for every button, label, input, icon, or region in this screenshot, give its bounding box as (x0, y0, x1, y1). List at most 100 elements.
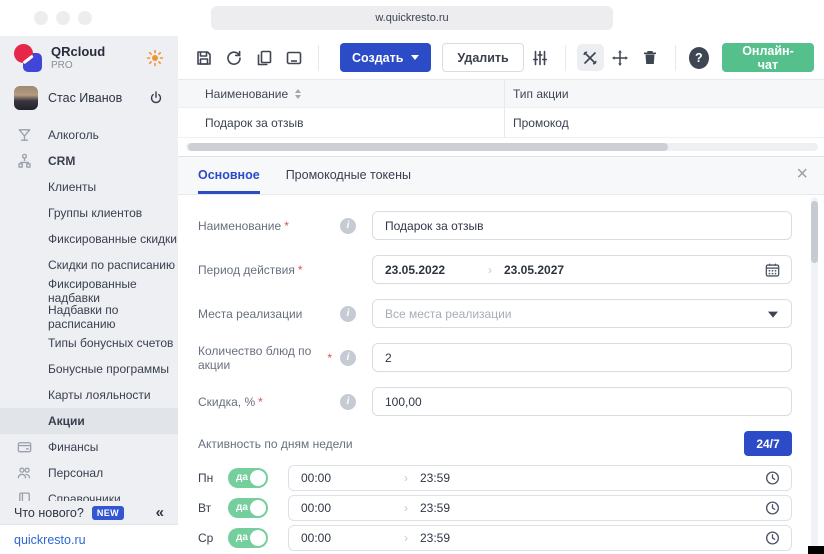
time-range-input[interactable]: 00:00 › 23:59 (288, 465, 792, 491)
screen-artifact (808, 546, 824, 554)
time-to[interactable]: 23:59 (420, 471, 450, 485)
help-glyph: ? (695, 50, 703, 65)
vscroll-thumb[interactable] (811, 201, 818, 263)
info-icon[interactable]: i (340, 217, 356, 234)
time-from[interactable]: 00:00 (301, 531, 404, 545)
sidebar-item-loyalty-cards[interactable]: Карты лояльности (0, 382, 178, 408)
logout-power-icon[interactable] (148, 90, 164, 106)
info-icon[interactable]: i (340, 305, 356, 322)
column-header-type[interactable]: Тип акции (505, 80, 824, 107)
all-day-button[interactable]: 24/7 (744, 431, 792, 456)
toolbar-divider (564, 44, 566, 71)
tab-main[interactable]: Основное (198, 168, 260, 194)
day-toggle[interactable]: да (228, 498, 268, 518)
time-to[interactable]: 23:59 (420, 501, 450, 515)
toolbar: Создать Удалить ? Онлайн-чат (178, 36, 824, 80)
field-label: Места реализации (198, 306, 303, 321)
sidebar-item-alcohol[interactable]: Алкоголь (0, 122, 178, 148)
time-from[interactable]: 00:00 (301, 501, 404, 515)
tab-promo-tokens[interactable]: Промокодные токены (286, 168, 411, 194)
app-header: QRcloud PRO (0, 36, 178, 80)
window-dot[interactable] (78, 11, 92, 25)
range-separator: › (488, 262, 492, 277)
day-toggle[interactable]: да (228, 468, 268, 488)
time-from[interactable]: 00:00 (301, 471, 404, 485)
quickresto-link[interactable]: quickresto.ru (14, 533, 86, 547)
online-chat-button[interactable]: Онлайн-чат (721, 43, 814, 72)
discount-input[interactable]: 100,00 (372, 387, 792, 416)
sidebar-item-label: Надбавки по расписанию (48, 303, 119, 331)
window-dot[interactable] (56, 11, 70, 25)
info-icon[interactable]: i (340, 393, 356, 410)
sidebar-item-label: Алкоголь (48, 128, 99, 142)
activity-label: Активность по дням недели (198, 436, 353, 451)
day-row-tue: Вт да 00:00 › 23:59 (198, 495, 792, 521)
table-header: Наименование Тип акции (178, 80, 824, 108)
filters-sliders-icon[interactable] (527, 44, 554, 71)
info-icon[interactable]: i (340, 349, 356, 366)
sort-icon[interactable] (295, 88, 302, 99)
day-row-wed: Ср да 00:00 › 23:59 (198, 525, 792, 551)
sidebar-item-label: Фиксированные скидки (48, 232, 177, 246)
refresh-icon[interactable] (220, 44, 247, 71)
sidebar-item-client-groups[interactable]: Группы клиентов (0, 200, 178, 226)
sidebar-item-fixed-markups[interactable]: Фиксированные надбавки (0, 277, 178, 305)
tab-bar: Основное Промокодные токены × (178, 157, 824, 195)
address-bar[interactable]: w.quickresto.ru (211, 6, 613, 30)
sidebar-item-clients[interactable]: Клиенты (0, 174, 178, 200)
time-to[interactable]: 23:59 (420, 531, 450, 545)
horizontal-scrollbar (178, 138, 824, 156)
theme-sun-icon[interactable] (146, 49, 164, 67)
create-button[interactable]: Создать (340, 43, 432, 72)
sidebar-item-scheduled-discounts[interactable]: Скидки по расписанию (0, 252, 178, 278)
tools-icon[interactable] (576, 44, 604, 71)
trash-icon[interactable] (637, 44, 664, 71)
delete-button-label: Удалить (457, 50, 509, 65)
sidebar-item-scheduled-markups[interactable]: Надбавки по расписанию (0, 303, 178, 331)
sidebar-item-finance[interactable]: Финансы (0, 434, 178, 460)
clock-icon[interactable] (764, 500, 781, 517)
day-row-mon: Пн да 00:00 › 23:59 (198, 465, 792, 491)
sitemap-icon (16, 153, 33, 170)
sidebar-menu: Алкоголь CRM Клиенты Группы клиентов Фик… (0, 122, 178, 512)
chevron-down-icon[interactable] (768, 311, 778, 318)
period-range-input[interactable]: 23.05.2022 › 23.05.2027 (372, 255, 792, 284)
hscroll-thumb[interactable] (188, 143, 669, 151)
required-mark: * (258, 394, 263, 409)
window-dot[interactable] (34, 11, 48, 25)
save-icon[interactable] (190, 44, 217, 71)
day-toggle[interactable]: да (228, 528, 268, 548)
time-range-input[interactable]: 00:00 › 23:59 (288, 525, 792, 551)
delete-button[interactable]: Удалить (442, 43, 524, 72)
calendar-icon[interactable] (764, 261, 781, 278)
sidebar-item-fixed-discounts[interactable]: Фиксированные скидки (0, 226, 178, 252)
move-icon[interactable] (607, 44, 634, 71)
close-icon[interactable]: × (796, 164, 808, 184)
table-row[interactable]: Подарок за отзыв Промокод (178, 108, 824, 138)
collapse-sidebar-icon[interactable]: « (156, 505, 164, 520)
sidebar-item-staff[interactable]: Персонал (0, 460, 178, 486)
cell-name: Подарок за отзыв (178, 108, 505, 137)
help-icon[interactable]: ? (688, 46, 709, 69)
toggle-knob (250, 470, 266, 486)
date-to[interactable]: 23.05.2027 (504, 263, 564, 277)
sidebar-item-promotions[interactable]: Акции (0, 408, 178, 434)
copy-icon[interactable] (250, 44, 277, 71)
column-header-name[interactable]: Наименование (178, 80, 505, 107)
field-label: Скидка, % (198, 394, 256, 409)
date-from[interactable]: 23.05.2022 (385, 263, 488, 277)
sidebar-item-bonus-programs[interactable]: Бонусные программы (0, 356, 178, 382)
whats-new-link[interactable]: Что нового? (14, 506, 84, 520)
sidebar-item-crm[interactable]: CRM (0, 148, 178, 174)
cocktail-icon (16, 127, 33, 144)
time-range-input[interactable]: 00:00 › 23:59 (288, 495, 792, 521)
name-input[interactable]: Подарок за отзыв (372, 211, 792, 240)
range-separator: › (404, 531, 408, 545)
clock-icon[interactable] (764, 530, 781, 547)
dish-count-input[interactable]: 2 (372, 343, 792, 372)
sidebar-item-bonus-account-types[interactable]: Типы бонусных счетов (0, 330, 178, 356)
places-select[interactable]: Все места реализации (372, 299, 792, 328)
clock-icon[interactable] (764, 470, 781, 487)
display-icon[interactable] (280, 44, 307, 71)
user-row[interactable]: Стас Иванов (0, 80, 178, 116)
